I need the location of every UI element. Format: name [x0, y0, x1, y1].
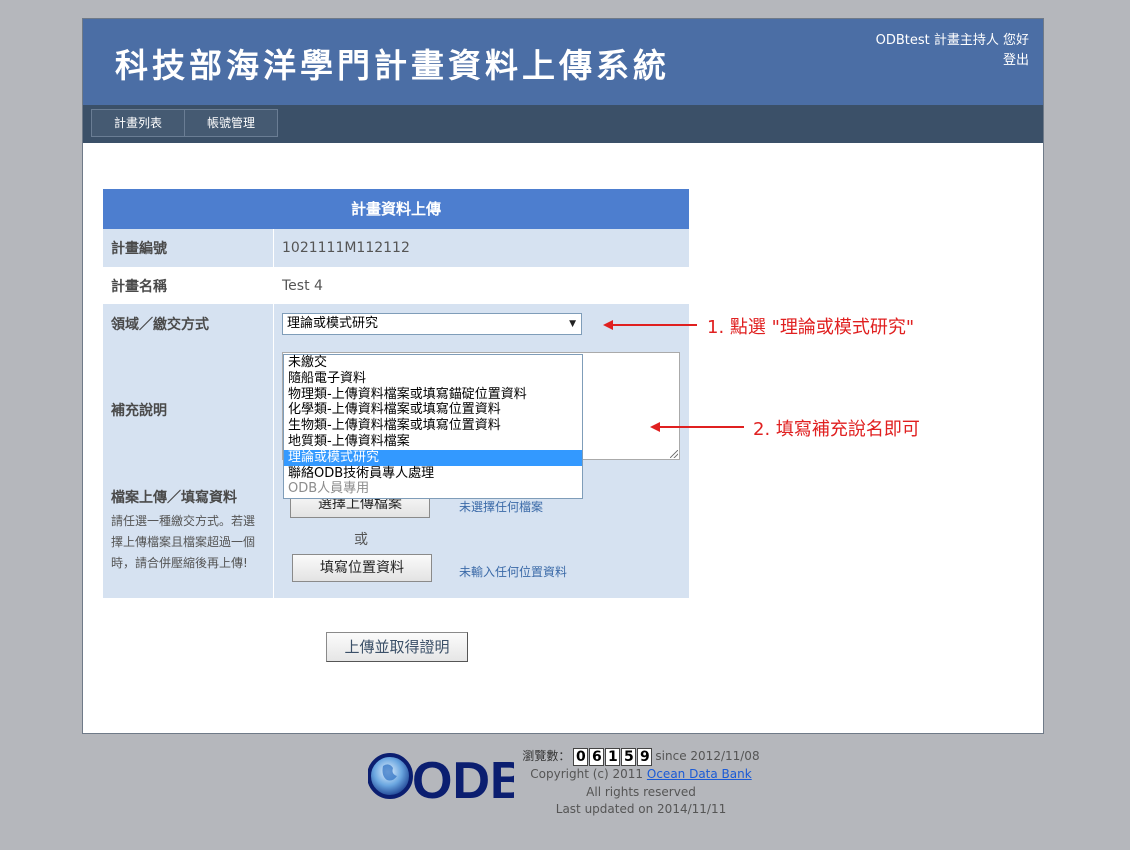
dropdown-option[interactable]: 地質類-上傳資料檔案 — [284, 434, 582, 450]
logout-link[interactable]: 登出 — [876, 51, 1029, 71]
mode-label: 領域／繳交方式 — [103, 304, 273, 343]
dropdown-option-selected[interactable]: 理論或模式研究 — [284, 449, 582, 466]
counter-label: 瀏覽數： — [522, 749, 571, 764]
dropdown-option[interactable]: 化學類-上傳資料檔案或填寫位置資料 — [284, 402, 582, 418]
dropdown-option[interactable]: 物理類-上傳資料檔案或填寫錨碇位置資料 — [284, 387, 582, 403]
nav-item-account-management[interactable]: 帳號管理 — [184, 109, 278, 137]
rights-text: All rights reserved — [586, 784, 696, 799]
odb-logo: ODB — [368, 752, 514, 806]
counter-digit: 9 — [637, 748, 653, 766]
updated-text: Last updated on 2014/11/11 — [555, 802, 727, 816]
resize-grip-icon[interactable] — [670, 450, 678, 458]
project-id-row: 計畫編號 1021111M112112 — [103, 229, 689, 267]
site-title: 科技部海洋學門計畫資料上傳系統 — [115, 46, 670, 85]
annotation-arrow-line — [611, 324, 697, 326]
nav-bar: 計畫列表 帳號管理 — [83, 105, 1043, 143]
or-text: 或 — [354, 532, 368, 548]
dropdown-option-disabled: ODB人員專用 — [288, 481, 370, 497]
counter-digit: 5 — [621, 748, 637, 766]
notes-label: 補充說明 — [103, 343, 273, 477]
project-name-row: 計畫名稱 Test 4 — [103, 267, 689, 304]
mode-dropdown-list[interactable]: 未繳交 隨船電子資料 物理類-上傳資料檔案或填寫錨碇位置資料 化學類-上傳資料檔… — [283, 354, 583, 499]
annotation-arrow-line — [658, 426, 744, 428]
dropdown-option[interactable]: 未繳交 — [284, 355, 582, 371]
project-name-value: Test 4 — [274, 267, 689, 304]
project-id-value: 1021111M112112 — [274, 229, 689, 267]
upload-note: 請任選一種繳交方式。若選擇上傳檔案且檔案超過一個時，請合併壓縮後再上傳! — [111, 514, 256, 570]
upload-label-cell: 檔案上傳／填寫資料 請任選一種繳交方式。若選擇上傳檔案且檔案超過一個時，請合併壓… — [103, 477, 273, 598]
counter-digit: 6 — [589, 748, 605, 766]
mode-select-value: 理論或模式研究 — [287, 316, 379, 331]
mode-row: 領域／繳交方式 理論或模式研究 ▼ — [103, 304, 689, 343]
chevron-down-icon[interactable]: ▼ — [569, 314, 576, 334]
site-header: 科技部海洋學門計畫資料上傳系統 ODBtest 計畫主持人 您好 登出 — [83, 19, 1043, 105]
upload-label: 檔案上傳／填寫資料 — [111, 490, 237, 506]
counter-row: 瀏覽數： 0 6 1 5 9 since 2012/11/08 — [518, 748, 764, 766]
visit-counter: 0 6 1 5 9 — [573, 748, 653, 766]
since-text: since 2012/11/08 — [655, 749, 760, 764]
submit-button[interactable]: 上傳並取得證明 — [326, 632, 468, 662]
user-box: ODBtest 計畫主持人 您好 登出 — [876, 31, 1029, 71]
counter-digit: 0 — [573, 748, 589, 766]
copyright-line: Copyright (c) 2011 Ocean Data Bank — [518, 766, 764, 784]
nav-item-project-list[interactable]: 計畫列表 — [91, 109, 185, 137]
odb-logo-text: ODB — [412, 752, 514, 806]
dropdown-option[interactable]: 生物類-上傳資料檔案或填寫位置資料 — [284, 418, 582, 434]
annotation-step1: 1. 點選 "理論或模式研究" — [707, 317, 915, 338]
fill-location-button[interactable]: 填寫位置資料 — [292, 554, 432, 582]
file-status: 未選擇任何檔案 — [459, 500, 544, 514]
project-id-label: 計畫編號 — [103, 229, 273, 267]
copyright-text: Copyright (c) 2011 — [530, 767, 644, 781]
annotation-step2: 2. 填寫補充說名即可 — [753, 419, 920, 440]
location-status: 未輸入任何位置資料 — [459, 565, 568, 579]
footer-info: 瀏覽數： 0 6 1 5 9 since 2012/11/08 Copyrigh… — [518, 748, 764, 819]
ocean-data-bank-link[interactable]: Ocean Data Bank — [647, 767, 752, 781]
dropdown-option[interactable]: 隨船電子資料 — [284, 371, 582, 387]
form-title: 計畫資料上傳 — [103, 189, 689, 229]
mode-select[interactable]: 理論或模式研究 ▼ — [282, 313, 582, 335]
project-name-label: 計畫名稱 — [103, 267, 273, 304]
dropdown-option[interactable]: 聯絡ODB技術員專人處理 — [284, 466, 582, 482]
page-frame: 科技部海洋學門計畫資料上傳系統 ODBtest 計畫主持人 您好 登出 計畫列表… — [82, 18, 1044, 734]
counter-digit: 1 — [605, 748, 621, 766]
user-greeting: ODBtest 計畫主持人 您好 — [875, 33, 1029, 48]
